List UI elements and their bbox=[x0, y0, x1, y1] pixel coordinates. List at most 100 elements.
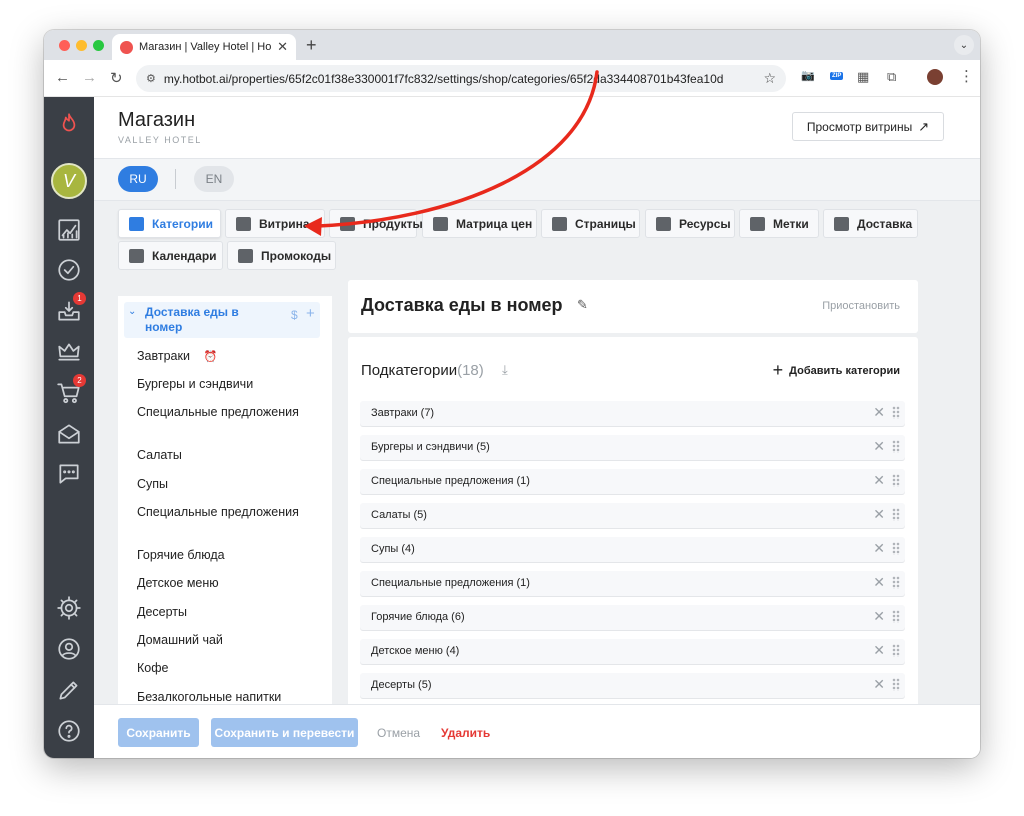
subcategory-row[interactable]: Супы (4) ✕ bbox=[360, 537, 905, 562]
subcategory-row[interactable]: Горячие блюда (6) ✕ bbox=[360, 605, 905, 630]
reload-icon[interactable]: ↻ bbox=[110, 69, 123, 87]
lang-en-button[interactable]: EN bbox=[194, 166, 234, 192]
drag-handle-icon[interactable] bbox=[892, 406, 900, 419]
tab-showcase[interactable]: Витрина bbox=[225, 209, 325, 238]
tree-item[interactable]: Безалкогольные напитки bbox=[137, 690, 317, 705]
drag-handle-icon[interactable] bbox=[892, 508, 900, 521]
cart-icon[interactable]: 2 bbox=[54, 374, 86, 408]
property-avatar[interactable]: V bbox=[51, 163, 87, 199]
zip-extension-icon[interactable]: ZIP bbox=[830, 72, 844, 80]
new-tab-icon[interactable]: + bbox=[306, 35, 317, 56]
tree-item[interactable]: Детское меню bbox=[137, 576, 317, 591]
remove-icon[interactable]: ✕ bbox=[873, 540, 885, 557]
tree-item[interactable]: Домашний чай bbox=[137, 633, 317, 648]
tab-pages[interactable]: Страницы bbox=[541, 209, 640, 238]
tab-search-icon[interactable]: ⌄ bbox=[954, 35, 974, 55]
tab-resources[interactable]: Ресурсы bbox=[645, 209, 735, 238]
add-subcategory-icon[interactable]: + bbox=[306, 305, 315, 322]
tab-categories[interactable]: Категории bbox=[118, 209, 221, 238]
cancel-button[interactable]: Отмена bbox=[377, 726, 420, 740]
crown-icon[interactable] bbox=[54, 337, 84, 367]
remove-icon[interactable]: ✕ bbox=[873, 506, 885, 523]
remove-icon[interactable]: ✕ bbox=[873, 574, 885, 591]
save-and-translate-button[interactable]: Сохранить и перевести bbox=[211, 718, 358, 747]
remove-icon[interactable]: ✕ bbox=[873, 472, 885, 489]
remove-icon[interactable]: ✕ bbox=[873, 438, 885, 455]
drag-handle-icon[interactable] bbox=[892, 644, 900, 657]
tree-item[interactable]: Кофе bbox=[137, 661, 317, 676]
tasks-icon[interactable] bbox=[54, 255, 84, 285]
tab-delivery[interactable]: Доставка bbox=[823, 209, 918, 238]
download-icon[interactable]: ⤓ bbox=[502, 362, 508, 378]
drag-handle-icon[interactable] bbox=[892, 542, 900, 555]
tab-tags[interactable]: Метки bbox=[739, 209, 819, 238]
tab-calendars[interactable]: Календари bbox=[118, 241, 223, 270]
tree-item[interactable]: Супы bbox=[137, 477, 317, 492]
subcategory-row[interactable]: Бургеры и сэндвичи (5) ✕ bbox=[360, 435, 905, 460]
back-icon[interactable]: ← bbox=[55, 69, 70, 86]
remove-icon[interactable]: ✕ bbox=[873, 676, 885, 693]
subcategory-row[interactable]: Салаты (5) ✕ bbox=[360, 503, 905, 528]
site-settings-icon[interactable]: ⚙ bbox=[146, 72, 156, 85]
add-categories-label: Добавить категории bbox=[789, 364, 900, 377]
add-categories-button[interactable]: + Добавить категории bbox=[773, 360, 900, 381]
tree-item[interactable]: Салаты bbox=[137, 448, 317, 463]
pause-link[interactable]: Приостановить bbox=[822, 300, 900, 312]
tree-item[interactable]: Горячие блюда bbox=[137, 548, 317, 563]
bookmark-star-icon[interactable]: ☆ bbox=[763, 70, 776, 87]
pencil-icon[interactable]: ✎ bbox=[577, 297, 588, 313]
inbox-icon[interactable]: 1 bbox=[54, 292, 86, 326]
tree-root-item[interactable]: ⌄ Доставка еды в номер $ + bbox=[124, 302, 320, 338]
drag-handle-icon[interactable] bbox=[892, 474, 900, 487]
drag-handle-icon[interactable] bbox=[892, 678, 900, 691]
window-close-button[interactable] bbox=[59, 40, 70, 51]
remove-icon[interactable]: ✕ bbox=[873, 404, 885, 421]
subcategory-row[interactable]: Десерты (5) ✕ bbox=[360, 673, 905, 698]
remove-icon[interactable]: ✕ bbox=[873, 608, 885, 625]
browser-tab[interactable]: Магазин | Valley Hotel | Hotbot ✕ bbox=[112, 34, 296, 60]
preview-showcase-button[interactable]: Просмотр витрины ↗ bbox=[792, 112, 944, 141]
drag-handle-icon[interactable] bbox=[892, 610, 900, 623]
category-tree: ⌄ Доставка еды в номер $ + Завтраки ⏰ Бу… bbox=[118, 296, 332, 758]
subcategory-row[interactable]: Специальные предложения (1) ✕ bbox=[360, 571, 905, 596]
tab-tags-label: Метки bbox=[773, 216, 809, 231]
save-button[interactable]: Сохранить bbox=[118, 718, 199, 747]
qr-code-icon[interactable]: ▦ bbox=[857, 69, 869, 85]
drag-handle-icon[interactable] bbox=[892, 440, 900, 453]
subcategory-row[interactable]: Специальные предложения (1) ✕ bbox=[360, 469, 905, 494]
chevron-down-icon[interactable]: ⌄ bbox=[128, 306, 136, 317]
extensions-icon[interactable]: ⧉ bbox=[887, 69, 896, 85]
window-zoom-button[interactable] bbox=[93, 40, 104, 51]
help-icon[interactable] bbox=[54, 716, 84, 746]
edit-icon[interactable] bbox=[54, 675, 84, 705]
tree-item[interactable]: Десерты bbox=[137, 605, 317, 620]
address-bar[interactable]: ⚙ my.hotbot.ai/properties/65f2c01f38e330… bbox=[136, 65, 786, 92]
tab-price-matrix[interactable]: Матрица цен bbox=[422, 209, 537, 238]
tree-item[interactable]: Бургеры и сэндвичи bbox=[137, 377, 317, 392]
tree-item[interactable]: Специальные предложения bbox=[137, 505, 317, 520]
tab-promocodes[interactable]: Промокоды bbox=[227, 241, 336, 270]
tree-item[interactable]: Специальные предложения bbox=[137, 405, 317, 420]
analytics-icon[interactable] bbox=[54, 215, 84, 245]
browser-menu-icon[interactable]: ⋮ bbox=[959, 67, 974, 85]
mail-icon[interactable] bbox=[54, 419, 84, 449]
tree-item[interactable]: Завтраки ⏰ bbox=[137, 349, 317, 365]
camera-icon[interactable]: 📷 bbox=[801, 69, 815, 82]
lang-ru-button[interactable]: RU bbox=[118, 166, 158, 192]
drag-handle-icon[interactable] bbox=[892, 576, 900, 589]
subcategory-row[interactable]: Детское меню (4) ✕ bbox=[360, 639, 905, 664]
delete-button[interactable]: Удалить bbox=[441, 726, 490, 740]
window-minimize-button[interactable] bbox=[76, 40, 87, 51]
tab-close-icon[interactable]: ✕ bbox=[277, 39, 288, 55]
store-icon bbox=[129, 216, 144, 231]
tab-products[interactable]: Продукты bbox=[329, 209, 423, 238]
subcategory-row[interactable]: Завтраки (7) ✕ bbox=[360, 401, 905, 426]
profile-avatar[interactable] bbox=[927, 69, 943, 85]
forward-icon[interactable]: → bbox=[82, 69, 97, 86]
chat-icon[interactable] bbox=[54, 459, 84, 489]
flame-icon[interactable] bbox=[54, 109, 84, 139]
settings-icon[interactable] bbox=[54, 593, 84, 623]
profile-icon[interactable] bbox=[54, 634, 84, 664]
price-icon[interactable]: $ bbox=[291, 308, 298, 322]
remove-icon[interactable]: ✕ bbox=[873, 642, 885, 659]
